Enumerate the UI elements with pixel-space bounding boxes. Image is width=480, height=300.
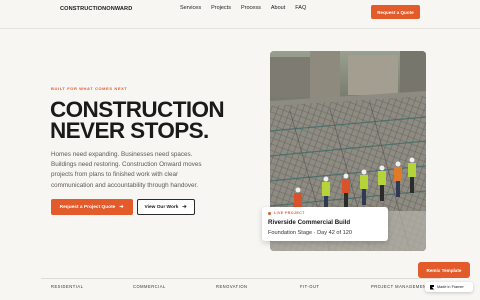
live-project-title: Riverside Commercial Build — [268, 219, 351, 226]
framer-logo-icon — [430, 284, 434, 290]
top-nav: CONSTRUCTIONONWARD Services Projects Pro… — [0, 0, 480, 26]
services-divider — [41, 278, 441, 279]
nav-link-process[interactable]: Process — [241, 5, 261, 11]
live-project-badge-label: LIVE PROJECT — [274, 211, 305, 215]
nav-link-services[interactable]: Services — [180, 5, 201, 11]
headline-line-2: NEVER STOPS. — [50, 118, 209, 143]
headline-line-1: CONSTRUCTION — [50, 97, 225, 122]
request-project-quote-button[interactable]: Request a Project Quote — [51, 199, 133, 215]
brand-logo[interactable]: CONSTRUCTIONONWARD — [60, 6, 132, 12]
arrow-right-icon — [182, 204, 187, 211]
service-renovation: RENOVATION — [216, 284, 248, 289]
service-residential: RESIDENTIAL — [51, 284, 84, 289]
nav-links: Services Projects Process About FAQ — [180, 5, 306, 11]
service-fit-out: FIT-OUT — [300, 284, 320, 289]
arrow-right-icon — [119, 204, 124, 211]
live-project-card: LIVE PROJECT Riverside Commercial Build … — [262, 207, 388, 241]
made-in-framer-badge[interactable]: Made in Framer — [425, 282, 473, 292]
nav-divider — [0, 28, 480, 29]
live-dot-icon — [268, 211, 271, 215]
view-our-work-label: View Our Work — [144, 204, 179, 210]
hero-headline: CONSTRUCTION NEVER STOPS. — [50, 97, 250, 143]
request-quote-button[interactable]: Request a Quote — [371, 5, 420, 19]
nav-link-about[interactable]: About — [271, 5, 285, 11]
remix-template-button[interactable]: Remix Template — [418, 262, 470, 278]
request-project-quote-label: Request a Project Quote — [59, 204, 116, 210]
hero-eyebrow: BUILT FOR WHAT COMES NEXT — [51, 86, 128, 91]
hero-lead: Homes need expanding. Businesses need sp… — [51, 151, 202, 189]
view-our-work-button[interactable]: View Our Work — [137, 199, 195, 215]
made-in-framer-label: Made in Framer — [437, 285, 464, 289]
nav-link-faq[interactable]: FAQ — [295, 5, 306, 11]
live-project-badge: LIVE PROJECT — [268, 211, 305, 215]
service-project-management: PROJECT MANAGEMENT — [371, 284, 430, 289]
service-commercial: COMMERCIAL — [133, 284, 166, 289]
live-project-status: Foundation Stage · Day 42 of 120 — [268, 230, 352, 236]
nav-link-projects[interactable]: Projects — [211, 5, 231, 11]
